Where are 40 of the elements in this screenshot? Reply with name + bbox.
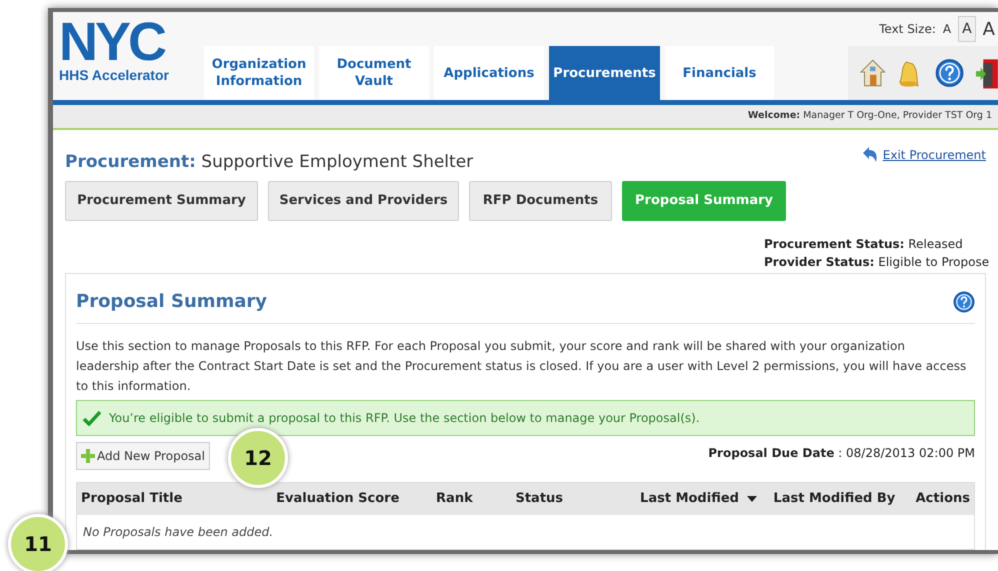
description-text: Use this section to manage Proposals to this RFP. For each Proposal you submit, your score and rank will be shared with your organization leadership after the Contract Start Date is set and the Procurement status is closed. If you are a user with Level 2 permissions, you will have access to this information.	[76, 338, 968, 395]
logo-title: NYC	[59, 18, 165, 66]
add-new-proposal-button[interactable]: Add New Proposal	[76, 442, 210, 470]
help-icon[interactable]	[935, 57, 964, 89]
section-tab[interactable]: RFP Documents	[469, 181, 612, 221]
text-size-label: Text Size:	[879, 21, 936, 38]
column-header[interactable]: Status	[515, 489, 640, 509]
section-tab[interactable]: Services and Providers	[268, 181, 459, 221]
nav-tab[interactable]: Procurements	[549, 46, 660, 100]
back-arrow-icon	[860, 146, 879, 164]
section-tab[interactable]: Procurement Summary	[65, 181, 258, 221]
column-header[interactable]: Last Modified	[640, 489, 774, 509]
nav-tab[interactable]: Organization Information	[204, 46, 314, 100]
status-text: Procurement Status: Released	[764, 236, 964, 253]
text-size-option[interactable]: A	[958, 16, 976, 42]
alert-text: You’re eligible to submit a proposal to this RFP. Use the section below to manage your Proposal(s).	[109, 410, 700, 427]
column-header[interactable]: Last Modified By	[773, 489, 916, 509]
help-icon[interactable]	[953, 290, 975, 312]
empty-table-message: No Proposals have been added.	[83, 524, 274, 541]
column-header[interactable]: Evaluation Score	[276, 489, 436, 509]
nav-tab[interactable]: Document Vault	[319, 46, 429, 100]
home-icon[interactable]	[860, 57, 886, 89]
procurement-title: Procurement: Supportive Employment Shelter	[65, 150, 474, 174]
due-date-text: Proposal Due Date : 08/28/2013 02:00 PM	[708, 445, 975, 462]
sort-down-icon[interactable]	[746, 496, 757, 502]
nav-tab[interactable]: Applications	[434, 46, 544, 100]
column-header[interactable]: Actions	[916, 489, 970, 509]
exit-procurement-link[interactable]: Exit Procurement	[882, 146, 986, 164]
column-header[interactable]: Proposal Title	[81, 489, 276, 509]
plus-icon	[81, 449, 95, 463]
logo-subtitle: HHS Accelerator	[59, 66, 170, 84]
welcome-text: Welcome: Manager T Org-One, Provider TST Org 1	[748, 109, 993, 124]
callout-badge: 11	[8, 514, 68, 571]
text-size-option[interactable]: A	[980, 16, 998, 42]
checkmark-icon	[83, 410, 101, 426]
panel-title: Proposal Summary	[76, 290, 268, 314]
column-header[interactable]: Rank	[436, 489, 516, 509]
status-text: Provider Status: Eligible to Propose	[764, 254, 986, 271]
nav-tab[interactable]: Financials	[665, 46, 774, 100]
text-size-option[interactable]: A	[940, 16, 954, 42]
